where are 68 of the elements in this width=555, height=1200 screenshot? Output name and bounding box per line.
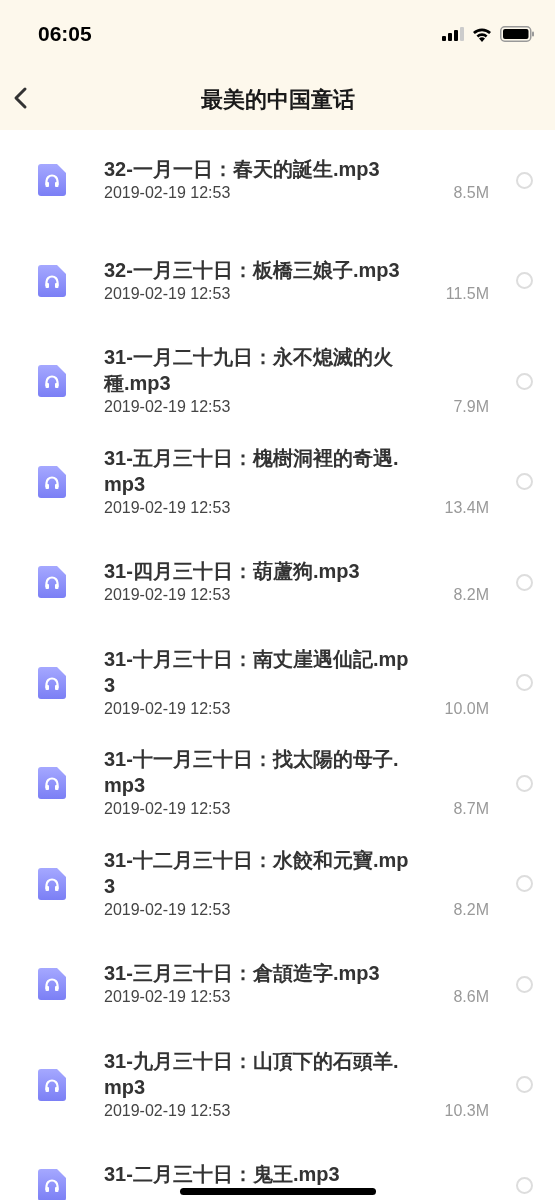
file-row[interactable]: 31-十二月三十日：水餃和元寶.mp3 2019-02-19 12:53 8.2M (0, 833, 555, 934)
file-size: 8.6M (453, 987, 489, 1008)
select-radio[interactable] (516, 875, 533, 893)
file-name: 31-四月三十日：葫蘆狗.mp3 (104, 559, 361, 585)
file-date: 2019-02-19 12:53 (104, 799, 231, 820)
file-name: 32-一月一日：春天的誕生.mp3 (104, 157, 381, 183)
file-size: 8.2M (453, 899, 489, 920)
page-title: 最美的中国童话 (200, 85, 355, 114)
select-radio[interactable] (516, 1176, 533, 1194)
select-radio[interactable] (516, 774, 533, 792)
file-size: 7.9M (453, 397, 489, 418)
audio-file-icon (38, 566, 66, 599)
file-name: 31-十二月三十日：水餃和元寶.mp3 (104, 847, 410, 899)
audio-file-icon (38, 1068, 66, 1101)
file-date: 2019-02-19 12:53 (104, 899, 231, 920)
file-size: 10.3M (444, 1100, 489, 1121)
file-size: 8.2M (453, 585, 489, 606)
file-row[interactable]: 31-十一月三十日：找太陽的母子.mp3 2019-02-19 12:53 8.7M (0, 733, 555, 834)
battery-icon (500, 26, 535, 42)
file-row[interactable]: 31-五月三十日：槐樹洞裡的奇遇.mp3 2019-02-19 12:53 13.4M (0, 431, 555, 532)
select-radio[interactable] (516, 272, 533, 290)
select-radio[interactable] (516, 473, 533, 491)
file-name: 31-一月二十九日：永不熄滅的火種.mp3 (104, 345, 394, 397)
file-name: 31-十一月三十日：找太陽的母子.mp3 (104, 747, 400, 799)
file-row[interactable]: 32-一月三十日：板橋三娘子.mp3 2019-02-19 12:53 11.5M (0, 230, 555, 331)
file-size: 10.0M (444, 698, 489, 719)
file-date: 2019-02-19 12:53 (104, 698, 231, 719)
select-radio[interactable] (516, 674, 533, 692)
file-size: 13.4M (444, 497, 489, 518)
audio-file-icon (38, 164, 66, 197)
file-date: 2019-02-19 12:53 (104, 283, 231, 304)
file-row[interactable]: 31-一月二十九日：永不熄滅的火種.mp3 2019-02-19 12:53 7.9M (0, 331, 555, 432)
file-size: 8.5M (453, 183, 489, 204)
audio-file-icon (38, 465, 66, 498)
file-date: 2019-02-19 12:53 (104, 1100, 231, 1121)
file-row[interactable]: 32-一月一日：春天的誕生.mp3 2019-02-19 12:53 8.5M (0, 130, 555, 231)
audio-file-icon (38, 264, 66, 297)
file-name: 31-二月三十日：鬼王.mp3 (104, 1162, 341, 1188)
file-date: 2019-02-19 12:53 (104, 497, 231, 518)
select-radio[interactable] (516, 975, 533, 993)
file-date: 2019-02-19 12:53 (104, 397, 231, 418)
audio-file-icon (38, 1169, 66, 1200)
file-date: 2019-02-19 12:53 (104, 585, 231, 606)
audio-file-icon (38, 767, 66, 800)
file-size: 11.5M (445, 283, 489, 304)
audio-file-icon (38, 365, 66, 398)
file-date: 2019-02-19 12:53 (104, 183, 231, 204)
select-radio[interactable] (516, 372, 533, 390)
audio-file-icon (38, 666, 66, 699)
file-row[interactable]: 31-九月三十日：山頂下的石頭羊.mp3 2019-02-19 12:53 10.3M (0, 1034, 555, 1135)
wifi-icon (472, 26, 492, 42)
audio-file-icon (38, 968, 66, 1001)
file-name: 32-一月三十日：板橋三娘子.mp3 (104, 257, 401, 283)
file-date: 2019-02-19 12:53 (104, 987, 231, 1008)
file-name: 31-五月三十日：槐樹洞裡的奇遇.mp3 (104, 445, 400, 497)
file-row[interactable]: 31-十月三十日：南丈崖遇仙記.mp3 2019-02-19 12:53 10.0M (0, 632, 555, 733)
signal-icon (442, 27, 464, 41)
file-name: 31-三月三十日：倉頡造字.mp3 (104, 961, 381, 987)
select-radio[interactable] (516, 171, 533, 189)
status-time: 06:05 (38, 21, 92, 48)
select-radio[interactable] (516, 1076, 533, 1094)
audio-file-icon (38, 867, 66, 900)
file-row[interactable]: 31-四月三十日：葫蘆狗.mp3 2019-02-19 12:53 8.2M (0, 532, 555, 633)
file-name: 31-九月三十日：山頂下的石頭羊.mp3 (104, 1048, 400, 1100)
file-row[interactable]: 31-三月三十日：倉頡造字.mp3 2019-02-19 12:53 8.6M (0, 934, 555, 1035)
file-size: 8.7M (453, 799, 489, 820)
file-name: 31-十月三十日：南丈崖遇仙記.mp3 (104, 646, 410, 698)
select-radio[interactable] (516, 573, 533, 591)
